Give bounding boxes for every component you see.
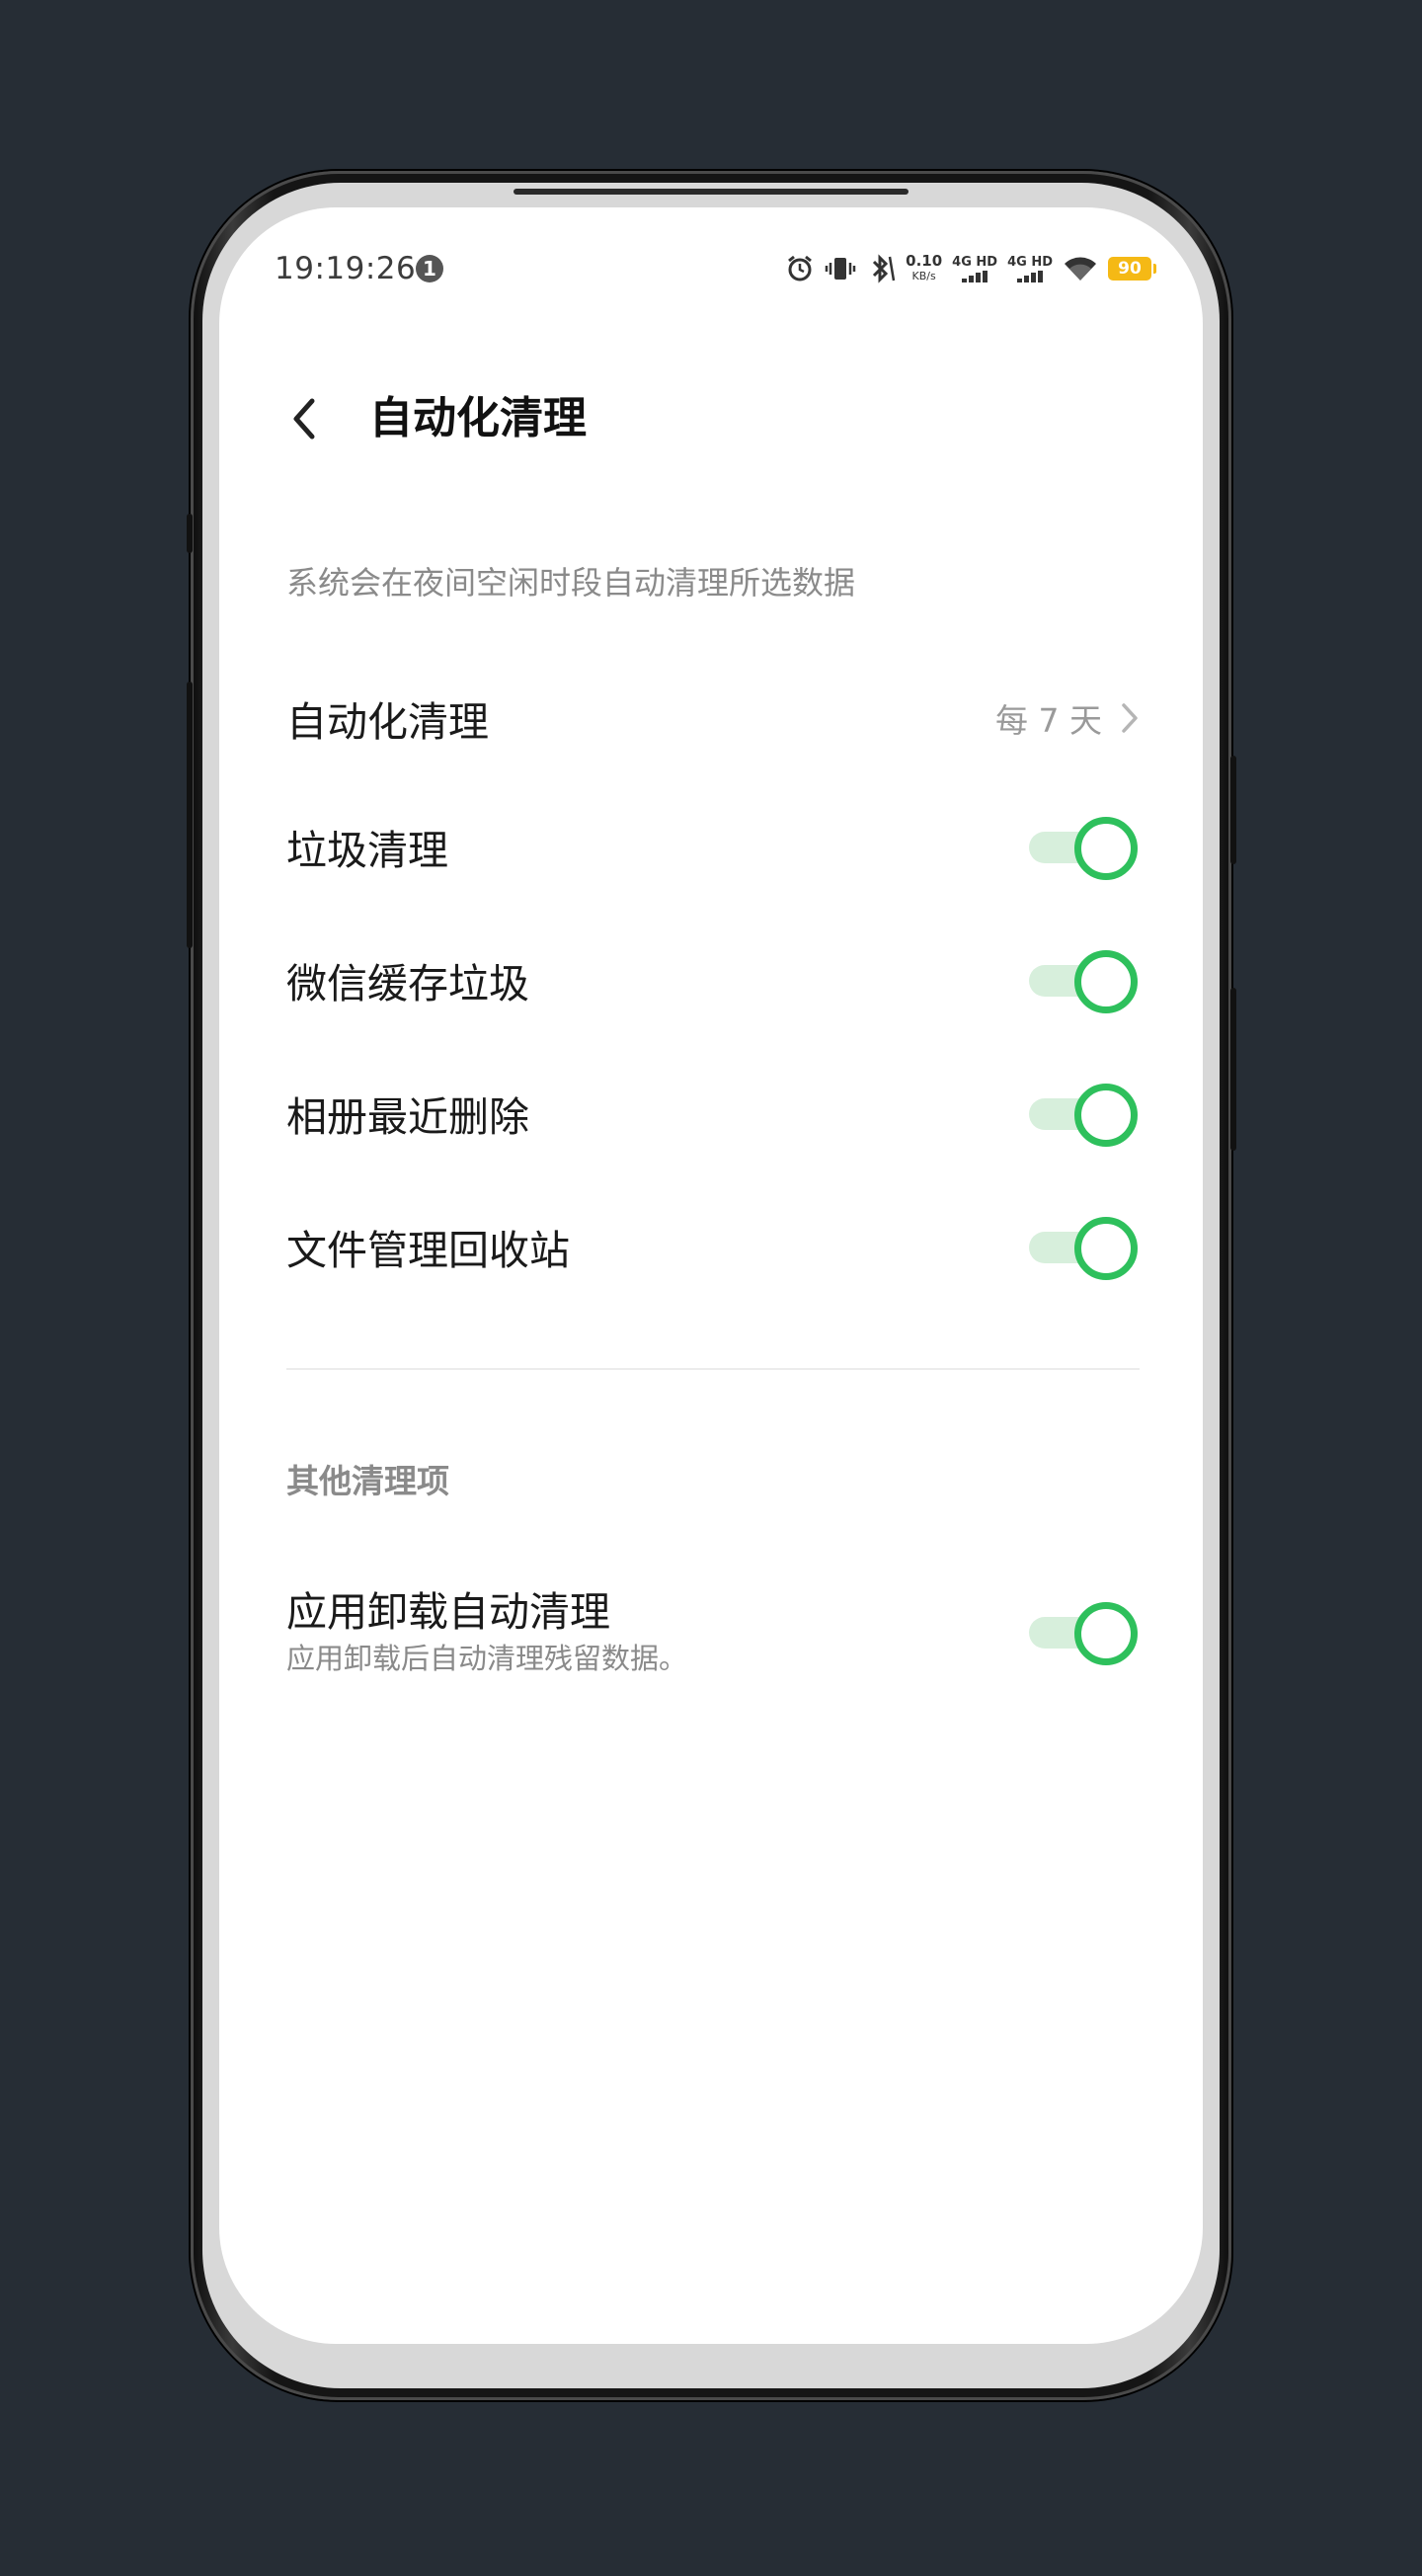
toggle-row-album-recently-deleted: 相册最近删除 [286, 1059, 1140, 1167]
toggle-knob [1074, 950, 1138, 1013]
sim2-signal-icon [1017, 270, 1044, 282]
toggle-row-file-recycle-bin: 文件管理回收站 [286, 1192, 1140, 1301]
toggle-switch-wechat-cache[interactable] [1029, 948, 1140, 1013]
sim2-label: 4G HD [1007, 254, 1053, 270]
sim1-signal: 4G HD [952, 256, 997, 282]
toggle-knob [1074, 1084, 1138, 1147]
back-button[interactable] [278, 391, 328, 446]
toggle-knob [1074, 1602, 1138, 1665]
network-speed-unit: KB/s [911, 270, 936, 282]
toggle-label-app-uninstall-clean: 应用卸载自动清理 [286, 1588, 610, 1636]
page-title: 自动化清理 [369, 393, 587, 443]
side-button-left [187, 682, 193, 948]
earpiece [514, 189, 908, 195]
toggle-label-wechat-cache: 微信缓存垃圾 [286, 960, 529, 1007]
app-uninstall-texts: 应用卸载自动清理 应用卸载后自动清理残留数据。 [286, 1585, 687, 1678]
toggle-label-album-recently-deleted: 相册最近删除 [286, 1093, 529, 1141]
toggle-label-file-recycle-bin: 文件管理回收站 [286, 1227, 570, 1274]
toggle-knob [1074, 817, 1138, 880]
status-time: 19:19:26 [275, 251, 417, 286]
status-icons: 0.10 KB/s 4G HD 4G HD 90 [785, 251, 1156, 286]
schedule-value-group: 每 7 天 [995, 694, 1140, 742]
toggle-sublabel-app-uninstall-clean: 应用卸载后自动清理残留数据。 [286, 1642, 688, 1675]
schedule-row[interactable]: 自动化清理 每 7 天 [286, 664, 1140, 772]
network-speed-value: 0.10 [906, 252, 943, 270]
phone-screen: 19:19:26 1 0.10 KB/s 4G HD 4G HD 90 自动化清… [219, 207, 1203, 2344]
toggle-switch-album-recently-deleted[interactable] [1029, 1082, 1140, 1147]
network-speed: 0.10 KB/s [906, 254, 942, 283]
battery-icon: 90 [1108, 257, 1156, 281]
toggle-switch-file-recycle-bin[interactable] [1029, 1215, 1140, 1280]
schedule-label: 自动化清理 [286, 698, 489, 746]
toggle-row-junk-clean: 垃圾清理 [286, 792, 1140, 901]
vibrate-icon [825, 254, 856, 283]
sim1-label: 4G HD [952, 254, 998, 270]
toggle-label-junk-clean: 垃圾清理 [286, 827, 448, 874]
wifi-icon [1063, 254, 1098, 283]
toggle-switch-junk-clean[interactable] [1029, 815, 1140, 880]
side-button-left-top [187, 514, 193, 553]
toggle-row-wechat-cache: 微信缓存垃圾 [286, 926, 1140, 1034]
section-divider [286, 1368, 1140, 1370]
toggle-switch-app-uninstall-clean[interactable] [1029, 1600, 1140, 1665]
notification-badge: 1 [416, 255, 443, 282]
side-button-right-top [1230, 756, 1236, 864]
toggle-knob [1074, 1217, 1138, 1280]
side-button-right [1230, 988, 1236, 1151]
chevron-left-icon [293, 398, 315, 440]
sim1-signal-icon [962, 270, 988, 282]
bluetooth-icon [866, 253, 896, 284]
toggle-row-app-uninstall-clean: 应用卸载自动清理 应用卸载后自动清理残留数据。 [286, 1572, 1140, 1691]
section-title-other: 其他清理项 [286, 1462, 449, 1500]
sim2-signal: 4G HD [1007, 256, 1053, 282]
alarm-icon [785, 254, 815, 283]
schedule-value: 每 7 天 [995, 701, 1102, 740]
chevron-right-icon [1122, 703, 1138, 733]
description-text: 系统会在夜间空闲时段自动清理所选数据 [286, 564, 856, 602]
